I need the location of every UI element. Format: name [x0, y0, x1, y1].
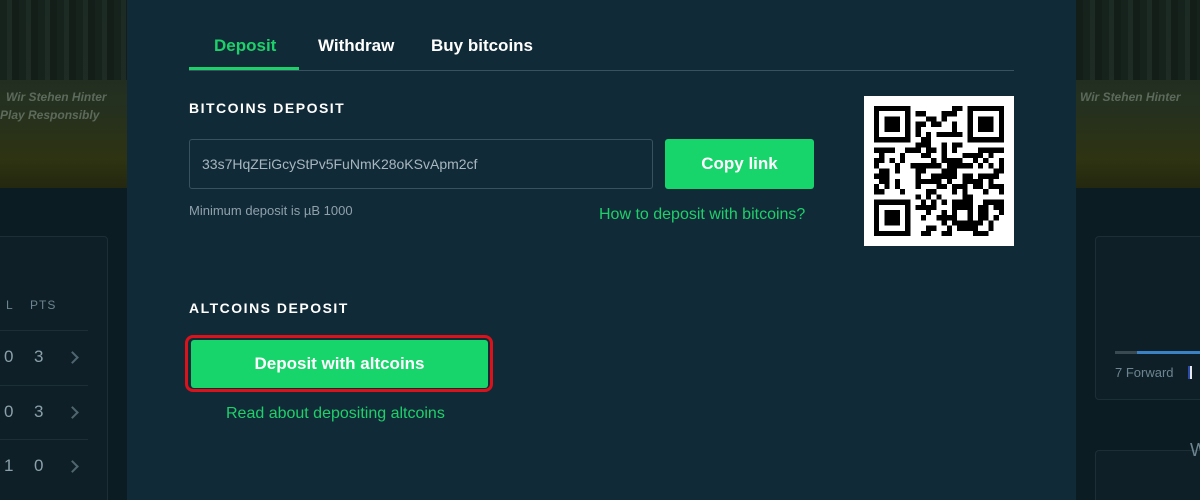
tab-withdraw[interactable]: Withdraw — [318, 36, 394, 56]
minimum-deposit-note: Minimum deposit is µB 1000 — [189, 203, 353, 218]
tab-deposit[interactable]: Deposit — [214, 36, 276, 56]
deposit-with-altcoins-button[interactable]: Deposit with altcoins — [191, 340, 488, 388]
row-divider — [0, 330, 88, 331]
qr-code-image — [874, 106, 1004, 236]
page: Wir Stehen Hinter Play Responsibly Wir S… — [0, 0, 1200, 500]
row-divider — [0, 439, 88, 440]
tab-buy-bitcoins[interactable]: Buy bitcoins — [431, 36, 533, 56]
standings-header-pts: PTS — [30, 298, 57, 312]
row-divider — [0, 385, 88, 386]
bitcoins-deposit-title: BITCOINS DEPOSIT — [189, 100, 346, 116]
standings-cell: 3 — [34, 347, 44, 366]
altcoins-deposit-title: ALTCOINS DEPOSIT — [189, 300, 349, 316]
deposit-modal: Deposit Withdraw Buy bitcoins BITCOINS D… — [127, 0, 1076, 500]
flag-icon — [1188, 366, 1192, 379]
tab-bar: Deposit Withdraw Buy bitcoins — [189, 0, 1014, 71]
banner-text: Wir Stehen Hinter — [6, 90, 107, 104]
player-position: 7 Forward — [1115, 365, 1174, 380]
standings-cell: 0 — [34, 456, 44, 475]
partial-text: W — [1190, 440, 1200, 460]
standings-cell: 3 — [34, 402, 44, 421]
banner-text-3: Wir Stehen Hinter — [1080, 90, 1181, 104]
copy-link-button[interactable]: Copy link — [665, 139, 814, 189]
read-about-altcoins-link[interactable]: Read about depositing altcoins — [226, 405, 445, 423]
how-to-deposit-link[interactable]: How to deposit with bitcoins? — [599, 206, 805, 224]
banner-text-2: Play Responsibly — [0, 108, 100, 122]
standings-cell: 0 — [4, 402, 14, 421]
info-card — [1095, 450, 1200, 500]
standings-cell: 0 — [4, 347, 14, 366]
active-tab-indicator — [189, 67, 299, 70]
standings-cell: 1 — [4, 456, 14, 475]
qr-code-icon — [864, 96, 1014, 246]
player-stat-bar — [1115, 351, 1200, 354]
bitcoin-address-field[interactable] — [189, 139, 653, 189]
standings-header-l: L — [6, 298, 14, 312]
standings-card — [0, 236, 108, 500]
